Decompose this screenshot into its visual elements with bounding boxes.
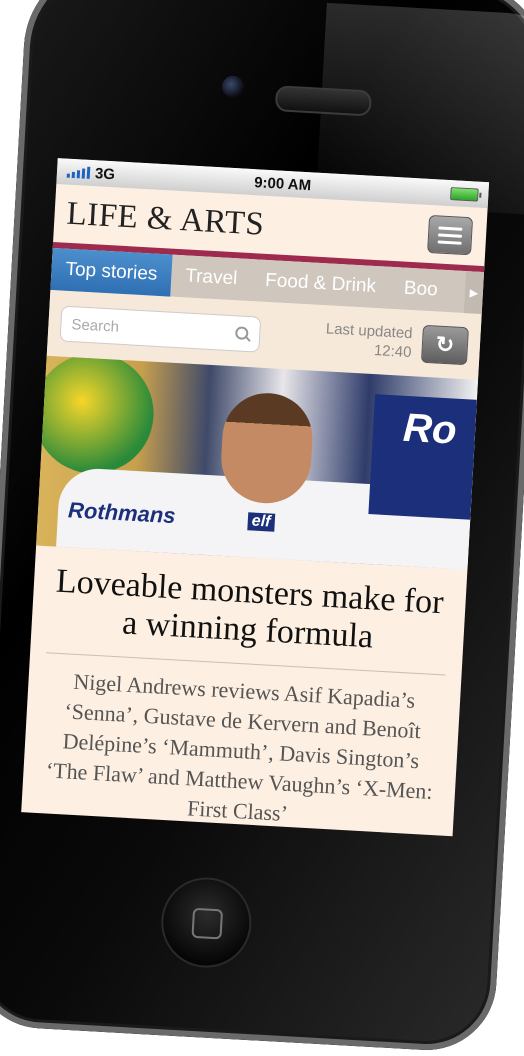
home-button[interactable] — [158, 875, 254, 971]
menu-button[interactable] — [427, 214, 474, 256]
tab-top-stories[interactable]: Top stories — [50, 247, 173, 297]
search-icon[interactable] — [235, 326, 250, 341]
battery-icon — [450, 186, 479, 202]
refresh-icon: ↻ — [435, 331, 455, 358]
status-time: 9:00 AM — [253, 173, 312, 194]
photo-livery-elf: elf — [247, 512, 275, 532]
phone-body: 3G 9:00 AM LIFE & ARTS Top stories Trave… — [0, 0, 524, 1054]
tab-books[interactable]: Boo — [389, 267, 453, 312]
photo-helmet — [36, 355, 157, 477]
tab-travel[interactable]: Travel — [170, 255, 252, 301]
section-title: LIFE & ARTS — [65, 195, 266, 243]
photo-livery-wing: Ro — [402, 405, 458, 453]
tab-food-drink[interactable]: Food & Drink — [250, 259, 391, 309]
carrier-label: 3G — [94, 164, 116, 183]
refresh-button[interactable]: ↻ — [420, 324, 469, 366]
article-photo[interactable]: Rothmans elf Ro — [36, 355, 479, 570]
phone-screen: 3G 9:00 AM LIFE & ARTS Top stories Trave… — [21, 158, 490, 837]
last-updated-time: 12:40 — [373, 342, 412, 362]
search-placeholder: Search — [71, 315, 120, 336]
earpiece-speaker — [274, 85, 373, 117]
signal-icon — [66, 166, 91, 179]
tabs-scroll-right-icon[interactable]: ▶ — [463, 271, 485, 315]
front-camera — [221, 75, 245, 99]
search-input[interactable]: Search — [59, 305, 262, 353]
article-standfirst: Nigel Andrews reviews Asif Kapadia’s ‘Se… — [45, 668, 434, 826]
home-icon — [191, 907, 224, 940]
last-updated: Last updated 12:40 — [324, 319, 413, 362]
menu-icon — [438, 225, 463, 231]
